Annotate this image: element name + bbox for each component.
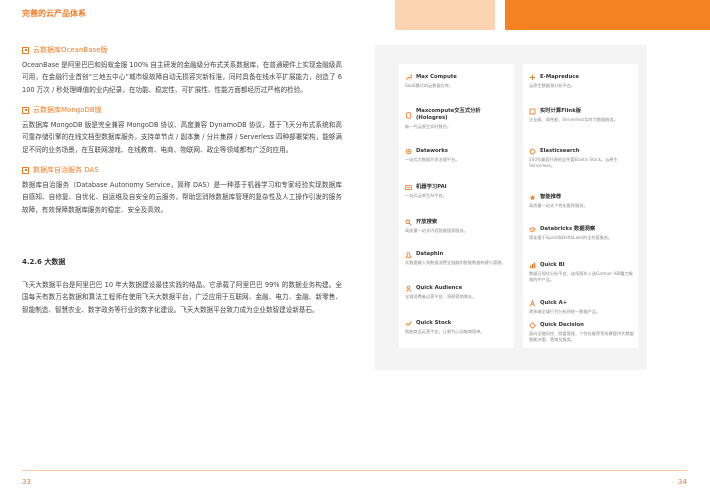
product-name: 实时计算Flink版: [540, 108, 582, 114]
product-desc: 高质量一站式个性化推荐服务。: [529, 203, 588, 208]
product-desc: 跨多端全域行为分析的统一数据产品。: [529, 309, 601, 314]
product-panel: Max Compute SaaS模式的云数据仓库。 Maxcompute交互式分…: [375, 45, 647, 370]
product-name: Dataphin: [416, 251, 444, 257]
page-title: 完善的云产品体系: [22, 9, 86, 18]
product-desc: 从数据输入到数据消费全链路的智能数据构建与管理。: [405, 260, 506, 265]
product-desc: 简化基于Spark和DeltaLake的全托管服务。: [529, 235, 613, 240]
page-number-right: 34: [678, 478, 687, 486]
product-name: Quick Audience: [416, 285, 463, 291]
database-icon: [405, 111, 412, 119]
flink-icon: [529, 108, 536, 115]
product-desc: 云原生数据湖分析平台。: [529, 83, 576, 88]
product-name: Maxcompute交互式分析 (Hologres): [416, 108, 481, 121]
product-desc: 企业级、高性能、Serverless实时大数据服务。: [529, 117, 618, 122]
section-heading-mongodb: 云数据库MongoDB版: [22, 104, 342, 117]
section-heading-text: 数据库自治服务 DAS: [33, 166, 99, 174]
subsection-body: 飞天大数据平台是阿里巴巴 10 年大数据建设最佳实践的结晶。它承载了阿里巴巴 9…: [22, 280, 342, 314]
product-entry: Max Compute SaaS模式的云数据仓库。: [405, 74, 510, 89]
product-name: 智能推荐: [540, 194, 562, 200]
product-entry: Dataphin 从数据输入到数据消费全链路的智能数据构建与管理。: [405, 251, 510, 266]
product-name: 机器学习PAI: [416, 184, 447, 190]
product-name: 开放搜索: [416, 219, 438, 225]
product-card-left: Max Compute SaaS模式的云数据仓库。 Maxcompute交互式分…: [399, 64, 514, 348]
page-number-left: 33: [22, 478, 31, 486]
header-accent-block: [505, 0, 710, 30]
product-desc: 面向全融风控、财富管理、个性化推荐等场景提供大数据智能决策、营销及服务。: [529, 331, 634, 342]
product-entry: 智能推荐 高质量一站式个性化推荐服务。: [529, 194, 634, 209]
flask-icon: [405, 251, 412, 258]
product-desc: 100%兼容开源的全托管Elastic Stack。云原生Serverless。: [529, 157, 618, 168]
product-name: Quick BI: [540, 262, 565, 268]
subsection-title: 4.2.6 大数据: [22, 258, 66, 266]
product-entry: Quick Stock 智能商品运营平台，让更为心动电商简单。: [405, 320, 510, 335]
left-column: 云数据库OceanBase版 OceanBase 是阿里巴巴和蚂蚁金服 100%…: [22, 40, 342, 324]
section-square-icon: [22, 106, 29, 114]
product-desc: 高质量一站式内容智能搜索服务。: [405, 228, 468, 233]
section-heading-das: 数据库自治服务 DAS: [22, 164, 342, 177]
product-entry: 实时计算Flink版 企业级、高性能、Serverless实时大数据服务。: [529, 108, 634, 123]
product-name: Dataworks: [416, 148, 448, 154]
product-name: Quick Decision: [540, 322, 584, 328]
section-body: 云数据库 MongoDB 版是完全兼容 MongoDB 协议、高度兼容 Dyna…: [22, 120, 342, 154]
product-card-right: E-Mapreduce 云原生数据湖分析平台。 实时计算Flink版 企业级、高…: [523, 64, 638, 348]
product-name: Quick Stock: [416, 320, 452, 326]
bi-icon: [530, 262, 536, 269]
product-entry: 开放搜索 高质量一站式内容智能搜索服务。: [405, 219, 510, 234]
product-entry: Quick BI 数据可视化分析平台，连续两年入选Gartner ABI魔力象限…: [529, 262, 634, 283]
section-heading-text: 云数据库MongoDB版: [33, 106, 102, 114]
product-entry: Quick A+ 跨多端全域行为分析的统一数据产品。: [529, 300, 634, 315]
product-desc: 一站式云原生AI平台。: [405, 193, 447, 198]
product-entry: 机器学习PAI 一站式云原生AI平台。: [405, 184, 510, 199]
product-entry: Quick Decision 面向全融风控、财富管理、个性化推荐等场景提供大数据…: [529, 322, 634, 343]
ml-icon: [405, 184, 412, 191]
product-entry: Databricks 数据洞察 简化基于Spark和DeltaLake的全托管服…: [529, 226, 634, 241]
section-square-icon: [22, 46, 29, 54]
gear-icon: [405, 148, 412, 155]
wrench-icon: [406, 74, 412, 80]
recommend-icon: [529, 194, 536, 201]
product-name: E-Mapreduce: [540, 74, 579, 80]
product-entry: E-Mapreduce 云原生数据湖分析平台。: [529, 74, 634, 89]
product-desc: 新一代云原生实时数仓。: [405, 124, 452, 129]
product-entry: Quick Audience 全域消费者运营平台，洞察营销增长。: [405, 285, 510, 300]
product-name: Quick A+: [540, 300, 568, 306]
search-icon: [405, 219, 412, 226]
product-desc: 智能商品运营平台，让更为心动电商简单。: [405, 329, 485, 334]
aplus-icon: [530, 300, 535, 307]
databricks-icon: [529, 226, 536, 233]
product-entry: Maxcompute交互式分析 (Hologres) 新一代云原生实时数仓。: [405, 108, 510, 130]
elastic-icon: [529, 148, 536, 155]
stock-icon: [405, 321, 412, 326]
product-desc: 一站式大数据开发治理平台。: [405, 157, 460, 162]
header-stripe: [395, 0, 495, 30]
product-desc: 全域消费者运营平台，洞察营销增长。: [405, 294, 477, 299]
product-entry: Dataworks 一站式大数据开发治理平台。: [405, 148, 510, 163]
product-name: Max Compute: [416, 74, 457, 80]
product-name: Databricks 数据洞察: [540, 226, 596, 232]
product-name: Elasticsearch: [540, 148, 580, 154]
section-square-icon: [22, 166, 29, 174]
mapreduce-icon: [529, 74, 536, 81]
product-desc: 数据可视化分析平台，连续两年入选Gartner ABI魔力象限的中产品。: [529, 271, 633, 282]
footer-divider: [22, 470, 688, 471]
product-entry: Elasticsearch 100%兼容开源的全托管Elastic Stack。…: [529, 148, 634, 169]
section-heading-text: 云数据库OceanBase版: [33, 46, 108, 54]
decision-icon: [529, 322, 536, 329]
section-body: OceanBase 是阿里巴巴和蚂蚁金服 100% 自主研发的金融级分布式关系数…: [22, 60, 342, 94]
product-desc: SaaS模式的云数据仓库。: [405, 83, 454, 88]
section-heading-oceanbase: 云数据库OceanBase版: [22, 44, 342, 57]
section-body: 数据库自治服务（Database Autonomy Service，简称 DAS…: [22, 180, 342, 214]
audience-icon: [405, 285, 412, 292]
